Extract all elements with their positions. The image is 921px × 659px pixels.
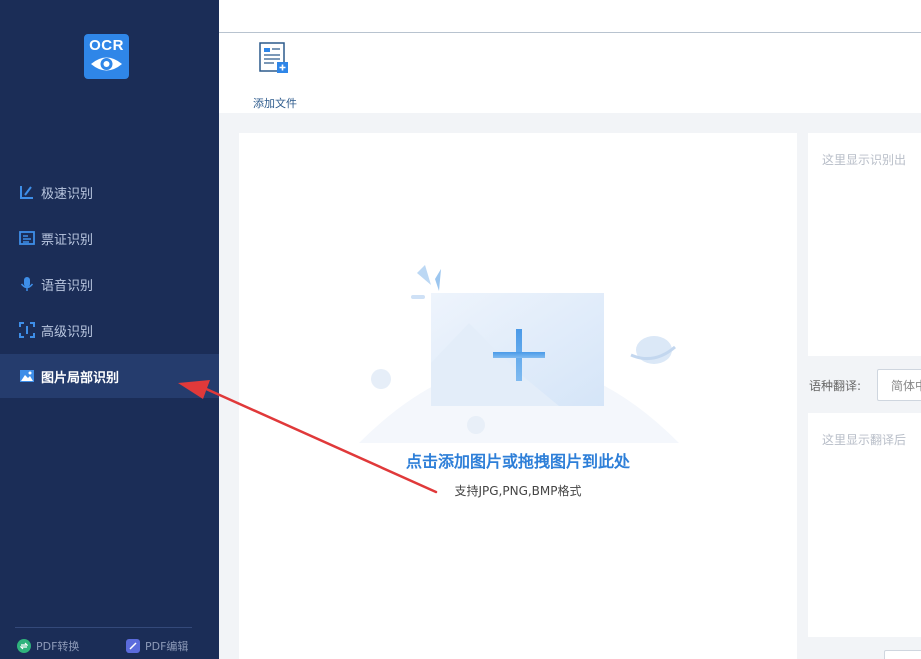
image-region-icon xyxy=(18,368,35,385)
pdf-convert-label: PDF转换 xyxy=(36,640,80,653)
add-file-label: 添加文件 xyxy=(253,97,297,110)
drop-zone-hint: 支持JPG,PNG,BMP格式 xyxy=(454,484,582,498)
add-file-icon xyxy=(259,42,288,73)
translation-language-select[interactable]: 简体中 xyxy=(877,369,921,401)
toolbar: 添加文件 xyxy=(219,33,921,113)
sidebar-item-label: 极速识别 xyxy=(41,186,94,202)
eye-icon xyxy=(91,57,122,71)
sidebar-divider xyxy=(15,627,192,628)
action-button[interactable] xyxy=(884,650,921,659)
title-bar xyxy=(219,0,921,33)
microphone-icon xyxy=(18,276,35,293)
add-file-button[interactable]: 添加文件 xyxy=(247,41,303,110)
translation-result-placeholder: 这里显示翻译后 xyxy=(822,433,907,447)
logo-text: OCR xyxy=(89,37,124,54)
fast-recognition-icon xyxy=(18,184,35,201)
drop-zone-title: 点击添加图片或拖拽图片到此处 xyxy=(405,452,630,471)
recognition-result-placeholder: 这里显示识别出 xyxy=(822,153,907,167)
sidebar-item-ticket-recognition[interactable]: 票证识别 xyxy=(0,216,219,260)
scan-frame-icon xyxy=(18,322,35,339)
recognition-result-panel[interactable]: 这里显示识别出 xyxy=(808,133,921,356)
sidebar-item-label: 票证识别 xyxy=(41,232,94,248)
sidebar-item-voice-recognition[interactable]: 语音识别 xyxy=(0,262,219,306)
sidebar-item-label: 语音识别 xyxy=(41,278,94,294)
pdf-edit-link[interactable]: PDF编辑 xyxy=(126,638,188,654)
pdf-edit-label: PDF编辑 xyxy=(145,640,189,653)
sidebar-item-advanced-recognition[interactable]: 高级识别 xyxy=(0,308,219,352)
sidebar-item-image-region-recognition[interactable]: 图片局部识别 xyxy=(0,354,219,398)
sidebar-item-label: 高级识别 xyxy=(41,324,94,340)
pdf-convert-icon xyxy=(17,639,31,653)
translation-language-label: 语种翻译: xyxy=(809,379,862,393)
translation-result-panel[interactable]: 这里显示翻译后 xyxy=(808,413,921,637)
pdf-convert-link[interactable]: PDF转换 xyxy=(17,638,79,654)
upload-illustration xyxy=(359,265,679,443)
sidebar-item-label: 图片局部识别 xyxy=(41,370,120,386)
ticket-recognition-icon xyxy=(18,230,35,247)
pdf-edit-icon xyxy=(126,639,140,653)
image-drop-zone[interactable]: 点击添加图片或拖拽图片到此处 支持JPG,PNG,BMP格式 xyxy=(239,133,797,659)
app-logo: OCR xyxy=(84,34,129,79)
sidebar: OCR 极速识别 票证识别 语音识别 高级识别 图片局部识别 PDF转换 PDF… xyxy=(0,0,219,659)
sidebar-item-fast-recognition[interactable]: 极速识别 xyxy=(0,170,219,214)
